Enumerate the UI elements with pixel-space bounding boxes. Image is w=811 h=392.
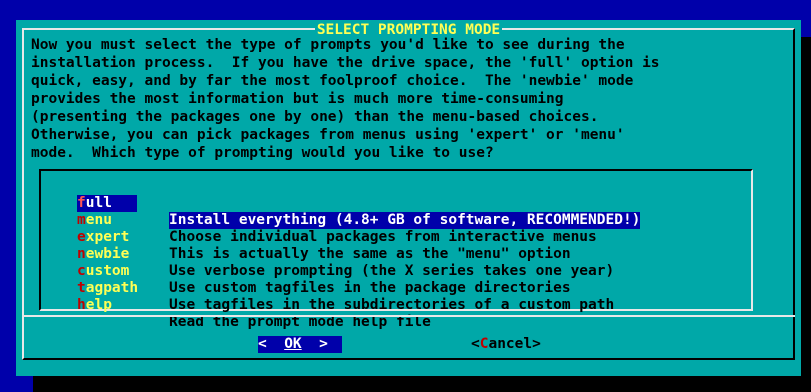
menu-item-description: This is actually the same as the "menu" … [169,246,571,262]
cancel-button[interactable]: <Cancel> [471,336,541,353]
menu-item-help[interactable]: help Read the prompt mode help file [41,280,431,330]
menu-item-full[interactable]: full Install everything (4.8+ GB of soft… [41,178,641,229]
ok-button[interactable]: < OK > [258,336,342,353]
menu-item-description: Use verbose prompting (the X series take… [169,263,615,279]
prompt-mode-menu: full Install everything (4.8+ GB of soft… [39,169,753,330]
menu-item-description: Use custom tagfiles in the package direc… [169,280,571,296]
menu-item-menu[interactable]: menu Choose individual packages from int… [41,195,597,245]
dialog-prompt-text: Now you must select the type of prompts … [31,37,660,161]
menu-item-description: Choose individual packages from interact… [169,229,597,245]
menu-item-description: Use tagfiles in the subdirectories of a … [169,297,615,313]
menu-item-tagpath[interactable]: tagpath Use tagfiles in the subdirectori… [41,263,614,313]
button-separator [22,315,795,317]
prompt-mode-dialog: SELECT PROMPTING MODE Now you must selec… [16,20,801,376]
menu-item-tag: help [77,297,112,313]
menu-item-expert[interactable]: expert This is actually the same as the … [41,212,571,262]
menu-item-description: Install everything (4.8+ GB of software,… [169,212,641,229]
menu-item-newbie[interactable]: newbie Use verbose prompting (the X seri… [41,229,614,279]
menu-item-custom[interactable]: custom Use custom tagfiles in the packag… [41,246,571,296]
